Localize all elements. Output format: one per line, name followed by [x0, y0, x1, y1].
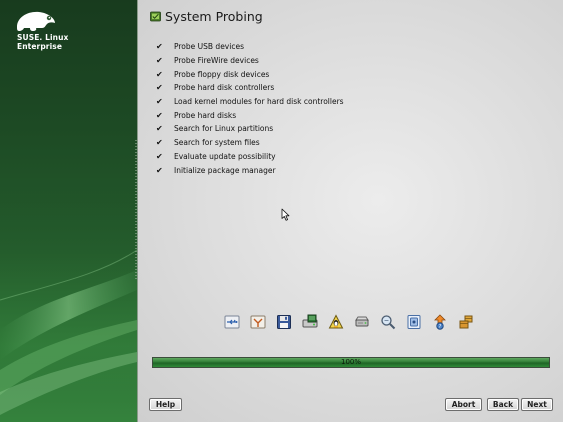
probing-step-label: Probe floppy disk devices — [174, 69, 270, 79]
next-button[interactable]: Next — [521, 398, 553, 411]
floppy-icon — [277, 315, 291, 329]
probing-step-label: Probe hard disk controllers — [174, 83, 275, 93]
probing-step: ✔ Probe hard disk controllers — [156, 81, 344, 95]
checkmark-icon: ✔ — [156, 83, 163, 93]
checkmark-icon: ✔ — [156, 110, 163, 120]
probing-icon — [150, 11, 161, 22]
probing-step-label: Initialize package manager — [174, 165, 276, 175]
kernel-module-icon — [328, 314, 344, 329]
search-partitions-icon — [381, 315, 396, 330]
checkmark-icon: ✔ — [156, 42, 163, 52]
probing-step: ✔ Evaluate update possibility — [156, 150, 344, 164]
probing-step-label: Search for system files — [174, 138, 260, 148]
disk-controller-icon — [302, 314, 318, 328]
back-button[interactable]: Back — [487, 398, 519, 411]
main-content: System Probing ✔ Probe USB devices ✔ Probe … — [137, 0, 563, 422]
probing-step: ✔ Search for Linux partitions — [156, 122, 344, 136]
svg-text:?: ? — [439, 324, 442, 330]
probing-step: ✔ Probe FireWire devices — [156, 54, 344, 68]
brand-line-2: Enterprise — [17, 42, 63, 51]
probing-step-label: Search for Linux partitions — [174, 124, 274, 134]
abort-button[interactable]: Abort — [445, 398, 482, 411]
checkmark-icon: ✔ — [156, 138, 163, 148]
checkmark-icon: ✔ — [156, 69, 163, 79]
probing-step-label: Evaluate update possibility — [174, 151, 276, 161]
help-button[interactable]: Help — [149, 398, 182, 411]
probing-step-label: Probe USB devices — [174, 42, 244, 52]
probing-step-label: Load kernel modules for hard disk contro… — [174, 97, 344, 107]
checkmark-icon: ✔ — [156, 56, 163, 66]
probing-step-label: Probe FireWire devices — [174, 56, 259, 66]
probing-step-list: ✔ Probe USB devices ✔ Probe FireWire device… — [156, 40, 344, 177]
branding-sidebar: SUSE. Linux Enterprise — [0, 0, 137, 422]
system-files-icon — [407, 315, 421, 329]
brand-line-1: SUSE. Linux — [17, 33, 69, 42]
installer-window: SUSE. Linux Enterprise System Probing ✔ P… — [0, 0, 563, 422]
package-manager-icon — [459, 315, 473, 329]
probing-step: ✔ Probe hard disks — [156, 108, 344, 122]
usb-icon — [224, 315, 240, 329]
brand-text: SUSE. Linux Enterprise — [17, 33, 68, 51]
progress-text: 100% — [340, 358, 361, 366]
probing-step: ✔ Probe floppy disk devices — [156, 67, 344, 81]
sidebar-wave-graphic — [0, 180, 137, 422]
checkmark-icon: ✔ — [156, 151, 163, 161]
probing-step: ✔ Search for system files — [156, 136, 344, 150]
hard-disk-icon — [355, 316, 369, 327]
checkmark-icon: ✔ — [156, 165, 163, 175]
probing-icons-row: ? — [224, 314, 474, 330]
page-title: System Probing — [165, 9, 263, 24]
probing-step: ✔ Probe USB devices — [156, 40, 344, 54]
checkmark-icon: ✔ — [156, 97, 163, 107]
probing-step-label: Probe hard disks — [174, 110, 237, 120]
checkmark-icon: ✔ — [156, 124, 163, 134]
probing-step: ✔ Initialize package manager — [156, 163, 344, 177]
mouse-pointer-icon — [281, 208, 290, 221]
suse-chameleon-icon — [17, 11, 55, 31]
progress-bar: 100% — [152, 357, 550, 368]
firewire-icon — [250, 315, 266, 329]
probing-step: ✔ Load kernel modules for hard disk contr… — [156, 95, 344, 109]
update-icon: ? — [434, 314, 446, 330]
